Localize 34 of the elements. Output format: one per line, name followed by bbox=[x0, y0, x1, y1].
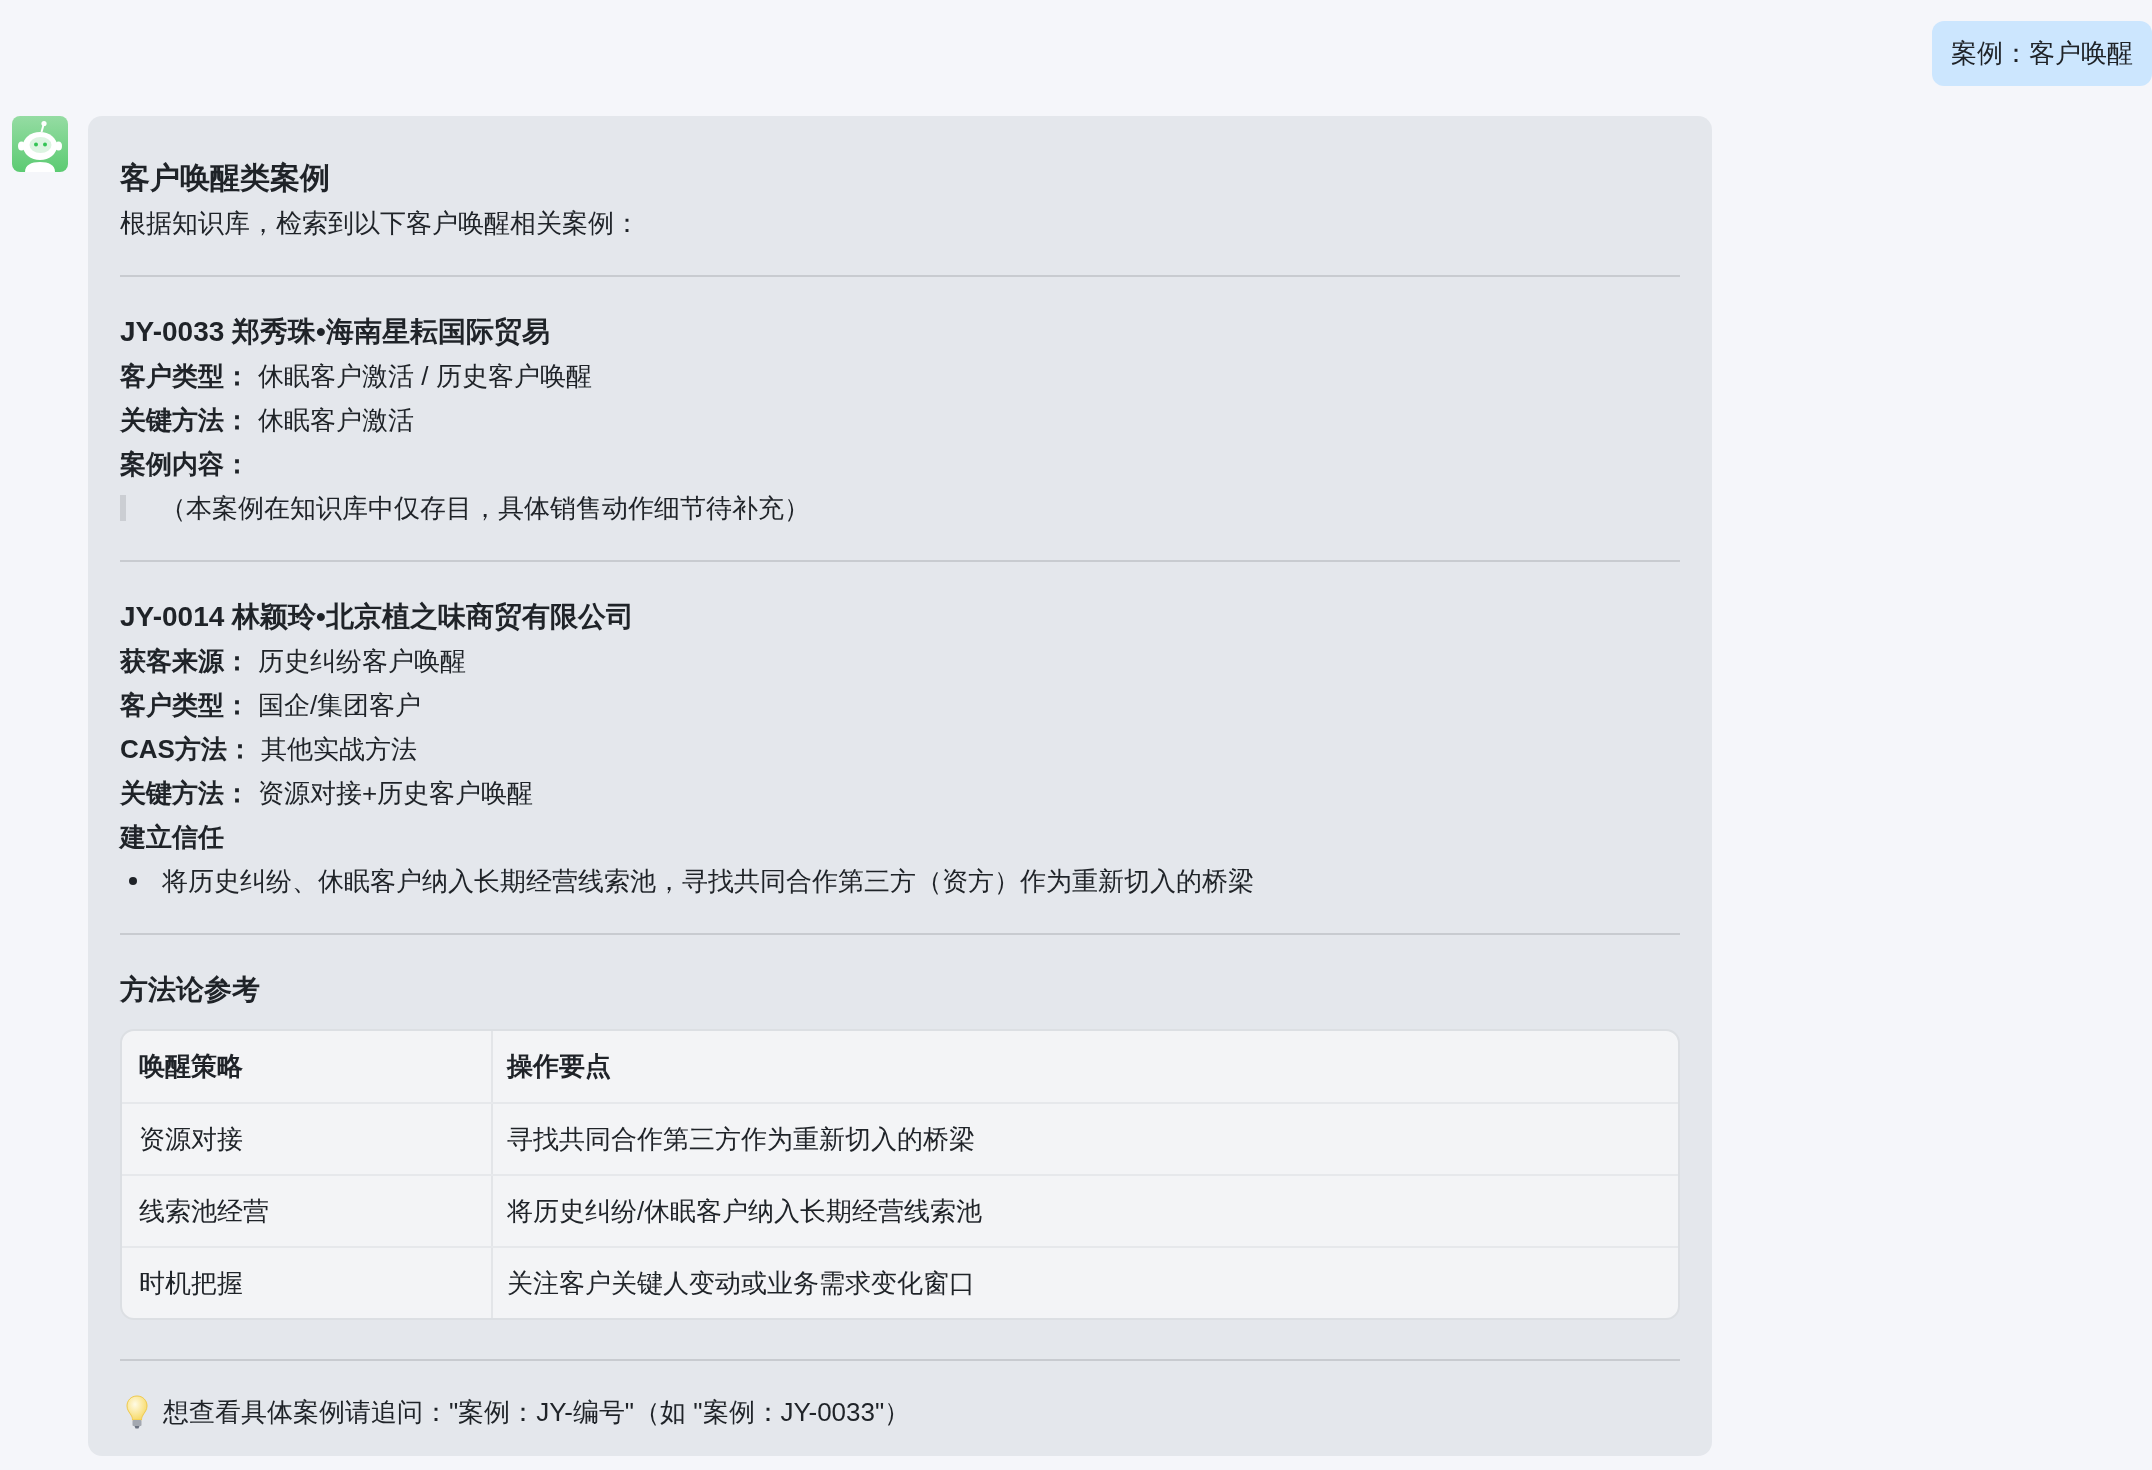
table-cell: 时机把握 bbox=[122, 1248, 493, 1318]
field-label: 客户类型： bbox=[120, 690, 250, 720]
table-cell-text: 将历史纠纷/休眠客户纳入长期经营线索池 bbox=[506, 1194, 984, 1228]
field-label: 获客来源： bbox=[120, 646, 250, 676]
section-label: 建立信任 bbox=[120, 822, 224, 852]
table-cell-text: 关注客户关键人变动或业务需求变化窗口 bbox=[506, 1266, 976, 1300]
lightbulb-icon bbox=[126, 1395, 148, 1429]
table-header-cell-text: 操作要点 bbox=[505, 1050, 612, 1083]
field-value: 国企/集团客户 bbox=[258, 690, 422, 720]
field-label: CAS方法： bbox=[120, 734, 253, 764]
tip-text: 想查看具体案例请追问："案例：JY-编号"（如 "案例：JY-0033"） bbox=[163, 1396, 911, 1429]
user-message: 案例：客户唤醒 bbox=[1932, 21, 2152, 86]
field-label: 关键方法： bbox=[120, 778, 250, 808]
intro-text: 根据知识库，检索到以下客户唤醒相关案例： bbox=[120, 207, 641, 240]
blockquote: （本案例在知识库中仅存目，具体销售动作细节待补充） bbox=[120, 495, 1680, 521]
case-heading: JY-0014 林颖玲•北京植之味商贸有限公司 bbox=[120, 600, 635, 634]
reply-title: 客户唤醒类案例 bbox=[120, 160, 331, 196]
field-label: 关键方法： bbox=[120, 405, 250, 435]
field-value: 历史纠纷客户唤醒 bbox=[258, 646, 466, 676]
field-value: 其他实战方法 bbox=[260, 734, 417, 764]
methodology-title: 方法论参考 bbox=[120, 973, 261, 1007]
section-label: 案例内容： bbox=[120, 449, 250, 479]
table-cell-text: 寻找共同合作第三方作为重新切入的桥梁 bbox=[506, 1122, 976, 1156]
bullet-icon bbox=[129, 877, 137, 885]
field-value: 休眠客户激活 / 历史客户唤醒 bbox=[258, 361, 592, 391]
list-item-text: 将历史纠纷、休眠客户纳入长期经营线索池，寻找共同合作第三方（资方）作为重新切入的桥梁 bbox=[162, 865, 1254, 898]
case-heading: JY-0033 郑秀珠•海南星耘国际贸易 bbox=[120, 315, 551, 349]
table-cell: 资源对接 bbox=[122, 1104, 493, 1174]
table-cell: 线索池经营 bbox=[122, 1176, 493, 1246]
table-header-cell: 唤醒策略 bbox=[122, 1031, 493, 1102]
field-value: 休眠客户激活 bbox=[258, 405, 414, 435]
field-value: 资源对接+历史客户唤醒 bbox=[258, 778, 534, 808]
robot-avatar-icon bbox=[12, 116, 68, 172]
field-label: 客户类型： bbox=[120, 361, 250, 391]
